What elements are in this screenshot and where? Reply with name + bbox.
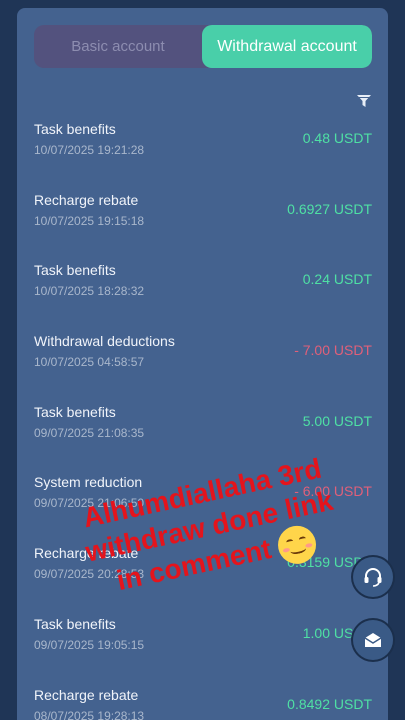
transaction-title: Recharge rebate — [34, 686, 139, 703]
transaction-row[interactable]: Recharge rebate 10/07/2025 19:15:18 0.6927… — [34, 183, 372, 254]
transaction-amount: - 7.00 USDT — [294, 342, 372, 359]
support-button[interactable] — [353, 557, 393, 597]
account-tabs: Basic account Withdrawal account — [34, 25, 372, 68]
transaction-title: Task benefits — [34, 403, 116, 420]
transaction-title: Recharge rebate — [34, 191, 139, 208]
transaction-title: System reduction — [34, 474, 143, 491]
transaction-title: Task benefits — [34, 121, 116, 137]
filter-icon[interactable] — [357, 95, 371, 107]
transaction-time: 10/07/2025 18:28:32 — [34, 284, 145, 299]
transaction-title: Task benefits — [34, 262, 116, 279]
smiling-face-emoji — [274, 522, 320, 568]
transaction-time: 10/07/2025 19:15:18 — [34, 213, 145, 228]
tab-basic-account[interactable]: Basic account — [34, 25, 202, 68]
tab-withdrawal-account[interactable]: Withdrawal account — [202, 25, 372, 68]
transaction-row[interactable]: Task benefits 10/07/2025 19:21:28 0.48 USD… — [34, 112, 372, 183]
transactions-card: Basic account Withdrawal account Task be… — [17, 8, 388, 720]
transaction-amount: 0.8492 USDT — [287, 695, 372, 712]
transaction-row[interactable]: Withdrawal deductions 10/07/2025 04:58:57… — [34, 324, 372, 395]
transaction-row[interactable]: Recharge rebate 08/07/2025 19:28:13 0.8492… — [34, 678, 372, 720]
transaction-title: Task benefits — [34, 615, 116, 632]
transaction-time: 10/07/2025 19:21:28 — [34, 143, 145, 157]
mail-button[interactable] — [353, 620, 393, 660]
transaction-list: Task benefits 10/07/2025 19:21:28 0.48 USD… — [34, 112, 372, 720]
transaction-row[interactable]: Task benefits 09/07/2025 19:05:15 1.00 USD… — [34, 607, 372, 678]
transaction-amount: 0.24 USDT — [302, 271, 372, 288]
transaction-amount: 0.6927 USDT — [287, 200, 372, 217]
transaction-amount: 5.00 USDT — [302, 412, 372, 429]
transaction-time: 09/07/2025 21:08:35 — [34, 425, 145, 440]
mail-icon — [364, 633, 382, 647]
headset-icon — [364, 568, 382, 587]
transaction-time: 09/07/2025 19:05:15 — [34, 637, 145, 652]
transaction-time: 10/07/2025 04:58:57 — [34, 355, 145, 370]
transaction-title: Withdrawal deductions — [34, 333, 175, 350]
transaction-amount: 0.48 USDT — [302, 130, 372, 146]
transaction-time: 08/07/2025 19:28:13 — [34, 708, 145, 720]
transaction-row[interactable]: Task benefits 10/07/2025 18:28:32 0.24 USD… — [34, 253, 372, 324]
